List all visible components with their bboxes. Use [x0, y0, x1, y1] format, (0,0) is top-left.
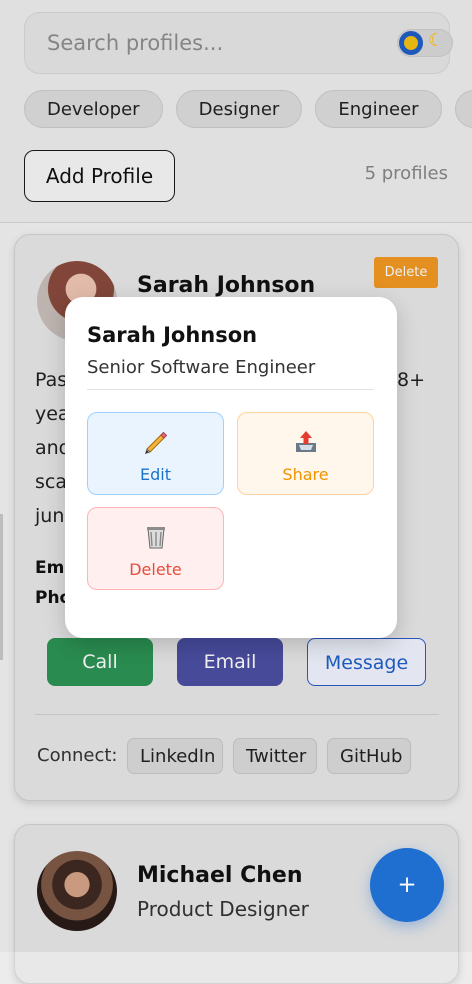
- edit-label: Edit: [140, 465, 171, 484]
- plus-icon: +: [397, 872, 417, 898]
- delete-label: Delete: [129, 560, 182, 579]
- pencil-icon: [144, 431, 167, 455]
- add-fab-button[interactable]: +: [370, 848, 444, 922]
- modal-profile-name: Sarah Johnson: [87, 323, 258, 347]
- delete-profile-button[interactable]: Delete: [87, 507, 224, 590]
- share-profile-button[interactable]: Share: [237, 412, 374, 495]
- outbox-tray-icon: [295, 431, 316, 452]
- profile-actions-modal: Sarah Johnson Senior Software Engineer E…: [65, 297, 397, 638]
- edit-profile-button[interactable]: Edit: [87, 412, 224, 495]
- profile-directory-page: ☾ Developer Designer Engineer Add Profil…: [0, 0, 472, 984]
- wastebasket-icon: [146, 527, 165, 549]
- modal-divider: [87, 389, 374, 390]
- modal-profile-role: Senior Software Engineer: [87, 357, 316, 378]
- share-label: Share: [282, 465, 329, 484]
